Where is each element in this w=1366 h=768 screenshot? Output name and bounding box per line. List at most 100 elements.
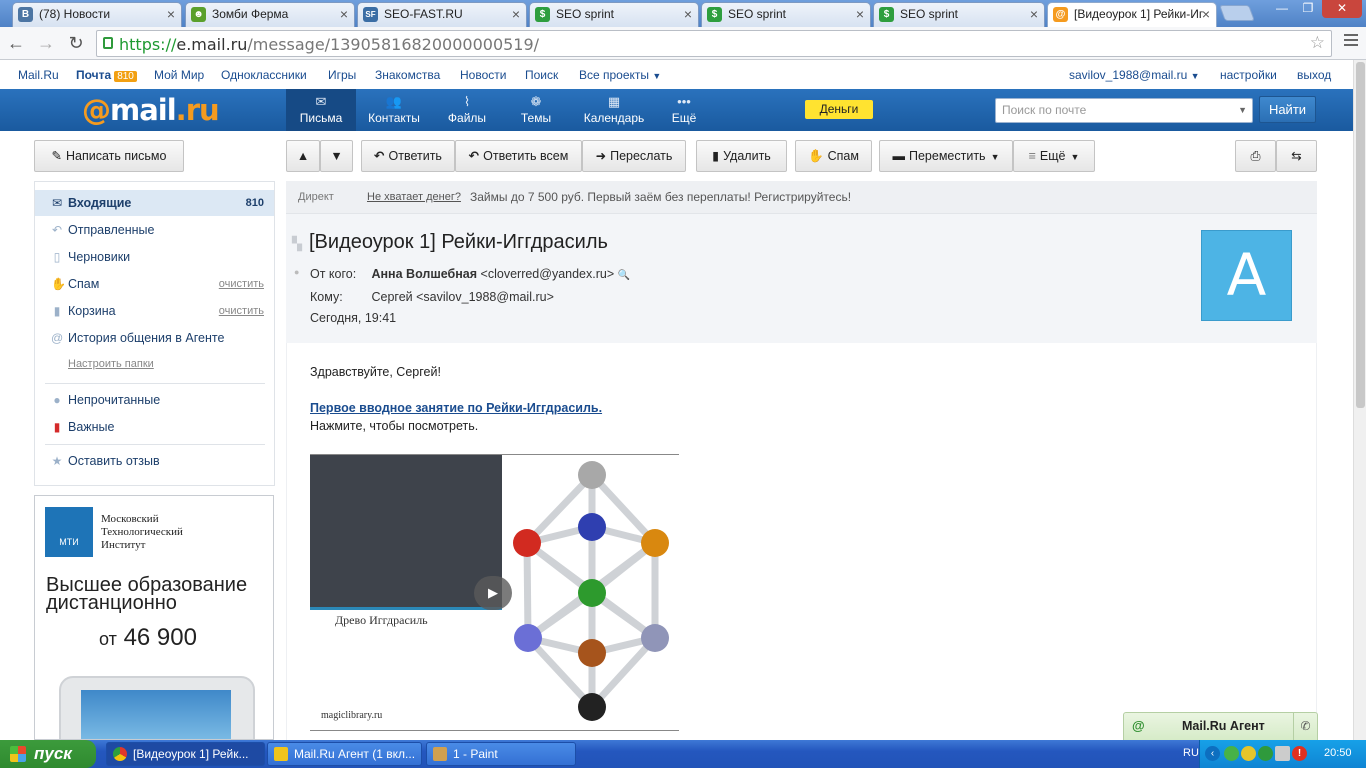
portal-link[interactable]: Новости xyxy=(460,68,506,82)
minimize-icon[interactable]: — xyxy=(1270,0,1294,18)
tray-arrow-icon[interactable]: ‹ xyxy=(1205,746,1220,761)
close-icon[interactable]: × xyxy=(1202,3,1210,25)
settings-link[interactable]: настройки xyxy=(1220,68,1277,82)
clear-spam-link[interactable]: очистить xyxy=(219,271,264,297)
magnifier-icon[interactable]: 🔍 xyxy=(618,270,630,281)
close-icon[interactable]: × xyxy=(1030,3,1038,25)
language-indicator[interactable]: RU xyxy=(1183,747,1199,759)
sender-email[interactable]: <cloverred@yandex.ru> xyxy=(481,267,615,281)
network-icon[interactable] xyxy=(1275,746,1290,761)
clear-trash-link[interactable]: очистить xyxy=(219,298,264,324)
nav-letters[interactable]: ✉ Письма xyxy=(286,89,356,131)
forward-button[interactable]: ➜ Переслать xyxy=(582,140,686,172)
advertisement[interactable]: МТИ Московский Технологический Институт … xyxy=(34,495,274,740)
nav-calendar[interactable]: ▦ Календарь xyxy=(580,89,648,131)
mail-agent-widget[interactable]: @ Mail.Ru Агент ✆ xyxy=(1123,712,1318,740)
scrollbar-thumb[interactable] xyxy=(1356,62,1365,408)
lesson-link[interactable]: Первое вводное занятие по Рейки-Иггдраси… xyxy=(310,401,602,415)
next-message-button[interactable]: ▼ xyxy=(320,140,353,172)
mailru-logo[interactable]: @mail.ru xyxy=(82,93,220,127)
sidebar-item-trash[interactable]: ▮ Корзина очистить xyxy=(35,298,274,324)
sidebar-item-sent[interactable]: ↶ Отправленные xyxy=(35,217,274,243)
close-icon[interactable]: × xyxy=(167,3,175,25)
taskbar-item-paint[interactable]: 1 - Paint xyxy=(426,742,576,766)
move-dropdown[interactable]: ▬ Переместить ▼ xyxy=(879,140,1013,172)
delete-button[interactable]: ▮ Удалить xyxy=(696,140,787,172)
mail-search-input[interactable]: Поиск по почте ▼ xyxy=(995,98,1253,123)
portal-link[interactable]: Мой Мир xyxy=(154,68,204,82)
nav-files[interactable]: ⌇ Файлы xyxy=(440,89,494,131)
taskbar-item-chrome[interactable]: [Видеоурок 1] Рейк... xyxy=(106,742,265,766)
search-button[interactable]: Найти xyxy=(1259,96,1316,123)
reload-icon[interactable]: ↻ xyxy=(64,31,88,55)
play-icon[interactable]: ▶ xyxy=(474,576,512,610)
browser-tab-active[interactable]: @ [Видеоурок 1] Рейки-Иг × xyxy=(1047,2,1217,27)
close-icon[interactable]: × xyxy=(684,3,692,25)
compose-button[interactable]: ✎ Написать письмо xyxy=(34,140,184,172)
browser-tab[interactable]: $ SEO sprint × xyxy=(529,2,699,27)
start-button[interactable]: пуск xyxy=(0,740,96,768)
close-icon[interactable]: × xyxy=(856,3,864,25)
browser-tab[interactable]: SF SEO-FAST.RU × xyxy=(357,2,527,27)
user-menu[interactable]: savilov_1988@mail.ru ▼ xyxy=(1069,68,1200,82)
page-scrollbar[interactable] xyxy=(1353,60,1366,740)
nav-contacts[interactable]: 👥 Контакты xyxy=(360,89,428,131)
browser-menu-icon[interactable] xyxy=(1344,34,1358,49)
close-icon[interactable]: × xyxy=(512,3,520,25)
alert-icon[interactable]: ! xyxy=(1292,746,1307,761)
portal-link[interactable]: Поиск xyxy=(525,68,558,82)
direct-ad-link[interactable]: Не хватает денег? xyxy=(367,181,461,213)
shield-icon[interactable] xyxy=(1241,746,1256,761)
sidebar-item-important[interactable]: ▮ Важные xyxy=(35,414,274,440)
flag-icon[interactable]: ▚ xyxy=(292,236,302,252)
agent-history-icon: @ xyxy=(51,331,64,345)
utorrent-icon[interactable] xyxy=(1224,746,1239,761)
back-icon[interactable]: ← xyxy=(4,31,28,55)
bookmark-star-icon[interactable]: ☆ xyxy=(1310,33,1325,53)
sidebar-item-agent-history[interactable]: @ История общения в Агенте xyxy=(35,325,274,351)
browser-tab[interactable]: B (78) Новости × xyxy=(12,2,182,27)
sidebar-item-inbox[interactable]: ✉ Входящие 810 xyxy=(35,190,274,216)
toggle-view-button[interactable]: ⇆ xyxy=(1276,140,1317,172)
window-close-icon[interactable]: ✕ xyxy=(1322,0,1362,18)
configure-folders-link[interactable]: Настроить папки xyxy=(68,358,154,370)
spam-button[interactable]: ✋ Спам xyxy=(795,140,872,172)
read-dot-icon[interactable]: ● xyxy=(294,267,299,277)
sidebar-item-drafts[interactable]: ▯ Черновики xyxy=(35,244,274,270)
close-icon[interactable]: × xyxy=(340,3,348,25)
video-thumbnail[interactable]: Древо Иггдрасиль magiclibrary.ru ▶ xyxy=(310,454,679,731)
print-button[interactable]: ⎙ xyxy=(1235,140,1276,172)
forward-icon[interactable]: → xyxy=(34,31,58,55)
sidebar-item-unread[interactable]: ● Непрочитанные xyxy=(35,387,274,413)
sidebar-item-feedback[interactable]: ★ Оставить отзыв xyxy=(35,448,274,474)
agent-tray-icon[interactable] xyxy=(1258,746,1273,761)
recipient[interactable]: Сергей <savilov_1988@mail.ru> xyxy=(371,290,553,304)
address-bar[interactable]: https://e.mail.ru/message/13905816820000… xyxy=(96,30,1332,57)
phone-icon[interactable]: ✆ xyxy=(1293,713,1317,740)
portal-link[interactable]: Знакомства xyxy=(375,68,440,82)
sidebar-item-spam[interactable]: ✋ Спам очистить xyxy=(35,271,274,297)
reply-button[interactable]: ↶ Ответить xyxy=(361,140,455,172)
chevron-down-icon: ▼ xyxy=(1190,71,1200,81)
portal-link[interactable]: Mail.Ru xyxy=(18,68,59,82)
prev-message-button[interactable]: ▲ xyxy=(286,140,320,172)
logout-link[interactable]: выход xyxy=(1297,68,1331,82)
money-button[interactable]: Деньги xyxy=(805,100,873,119)
nav-more[interactable]: ••• Ещё xyxy=(664,89,704,131)
clock[interactable]: 20:50 xyxy=(1324,747,1352,759)
browser-tab[interactable]: $ SEO sprint × xyxy=(701,2,871,27)
direct-ad-text[interactable]: Займы до 7 500 руб. Первый заём без пере… xyxy=(470,181,851,213)
maximize-icon[interactable]: ❐ xyxy=(1296,0,1320,18)
browser-tab[interactable]: $ SEO sprint × xyxy=(873,2,1045,27)
more-dropdown[interactable]: ≡ Ещё ▼ xyxy=(1013,140,1095,172)
nav-themes[interactable]: ❁ Темы xyxy=(512,89,560,131)
taskbar-item-agent[interactable]: Mail.Ru Агент (1 вкл... xyxy=(267,742,422,766)
browser-tab[interactable]: ☻ Зомби Ферма × xyxy=(185,2,355,27)
new-tab-button[interactable] xyxy=(1219,5,1255,21)
all-projects-dropdown[interactable]: Все проекты ▼ xyxy=(579,68,661,82)
sender-name[interactable]: Анна Волшебная xyxy=(371,267,477,281)
portal-link-mail[interactable]: Почта 810 xyxy=(76,68,137,82)
portal-link[interactable]: Одноклассники xyxy=(221,68,307,82)
reply-all-button[interactable]: ↶ Ответить всем xyxy=(455,140,582,172)
portal-link[interactable]: Игры xyxy=(328,68,356,82)
